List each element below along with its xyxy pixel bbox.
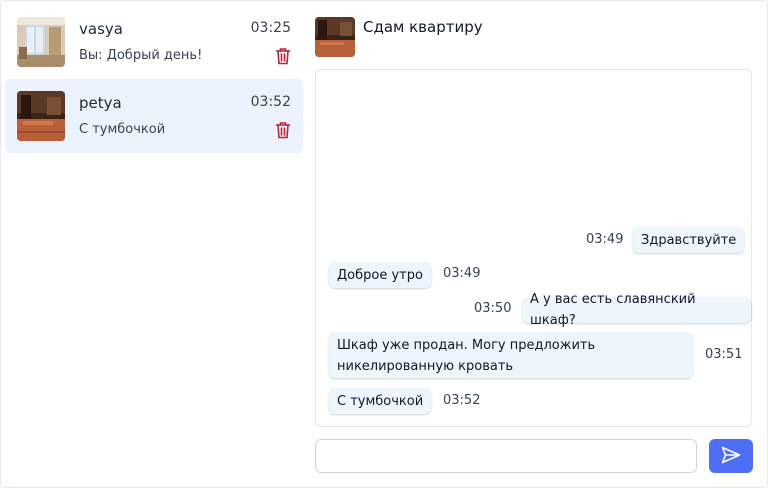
chat-list: vasya Вы: Добрый день! 03:25 petya С тум… bbox=[1, 1, 307, 488]
message-thread: 03:49 Здравствуйте Доброе утро 03:49 03:… bbox=[315, 69, 752, 427]
message-time: 03:50 bbox=[474, 301, 512, 316]
chat-preview: С тумбочкой bbox=[79, 122, 166, 137]
message-bubble: С тумбочкой bbox=[329, 388, 432, 414]
message-bubble: А у вас есть славянский шкаф? bbox=[522, 292, 751, 328]
chat-preview: Вы: Добрый день! bbox=[79, 48, 203, 63]
chat-app: vasya Вы: Добрый день! 03:25 petya С тум… bbox=[0, 0, 768, 488]
message-bubble: Здравствуйте bbox=[633, 227, 745, 253]
message-bubble: Шкаф уже продан. Могу предложить никелир… bbox=[329, 332, 693, 378]
chat-name: vasya bbox=[79, 20, 123, 38]
chat-item-petya[interactable]: petya С тумбочкой 03:52 bbox=[5, 79, 303, 153]
message-time: 03:51 bbox=[705, 347, 743, 362]
message-time: 03:49 bbox=[586, 232, 624, 247]
chat-thumbnail bbox=[17, 17, 65, 67]
listing-thumbnail bbox=[315, 17, 355, 57]
conversation-title: Сдам квартиру bbox=[363, 18, 483, 36]
chat-name: petya bbox=[79, 94, 122, 112]
message-time: 03:52 bbox=[443, 393, 481, 408]
message-input[interactable] bbox=[315, 439, 697, 473]
message-time: 03:49 bbox=[443, 266, 481, 281]
chat-time: 03:25 bbox=[250, 20, 291, 36]
chat-thumbnail bbox=[17, 91, 65, 141]
send-button[interactable] bbox=[709, 439, 753, 473]
trash-icon[interactable] bbox=[275, 121, 291, 139]
trash-icon[interactable] bbox=[275, 47, 291, 65]
message-bubble: Доброе утро bbox=[329, 262, 431, 288]
send-icon bbox=[721, 446, 741, 467]
chat-item-vasya[interactable]: vasya Вы: Добрый день! 03:25 bbox=[5, 5, 303, 79]
chat-time: 03:52 bbox=[250, 94, 291, 110]
